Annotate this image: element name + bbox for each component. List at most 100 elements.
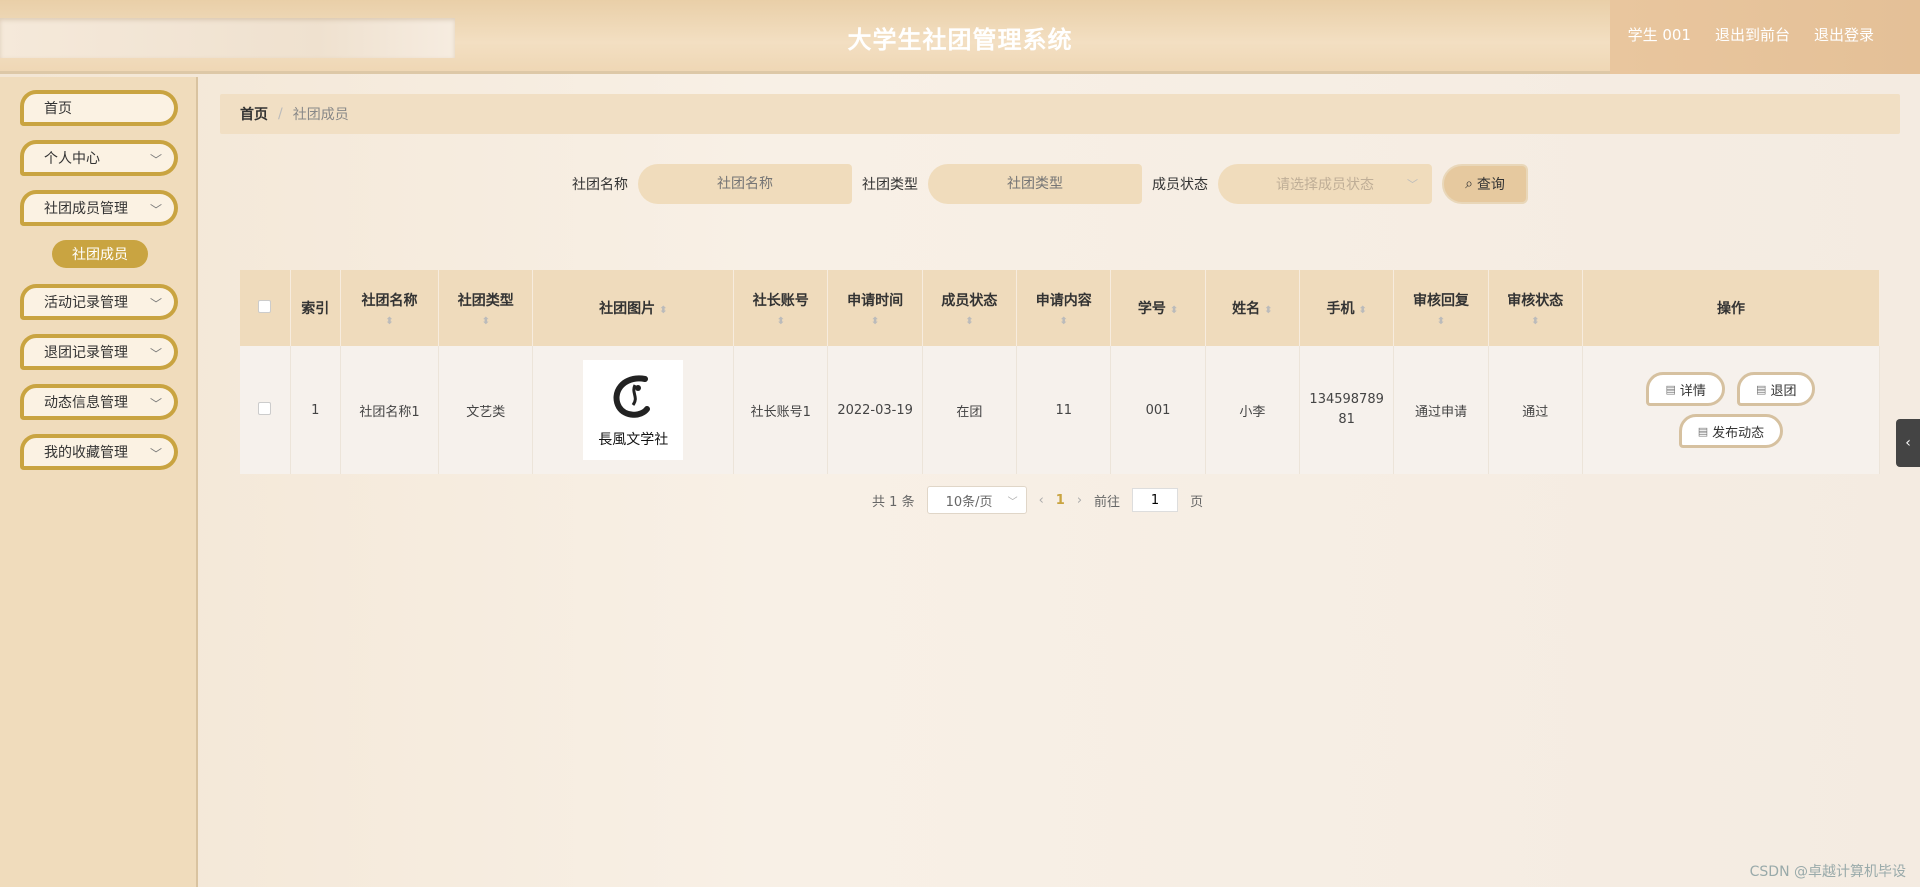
- col-label: 审核回复: [1412, 292, 1469, 309]
- breadcrumb-separator: /: [278, 106, 283, 122]
- logout-link[interactable]: 退出登录: [1814, 24, 1874, 45]
- cell-club-type: 文艺类: [438, 346, 534, 474]
- cell-index: 1: [290, 346, 341, 474]
- col-club-image[interactable]: 社团图片 ⬍: [532, 270, 735, 346]
- chevron-down-icon: ﹀: [1007, 496, 1018, 508]
- quit-club-button[interactable]: ▤ 退团: [1737, 372, 1816, 406]
- sort-icon[interactable]: ⬍: [1264, 305, 1272, 316]
- next-page-icon[interactable]: ›: [1077, 493, 1082, 508]
- col-label: 社团名称: [361, 292, 418, 309]
- publish-button-label: 发布动态: [1712, 425, 1765, 441]
- chevron-down-icon: ﹀: [149, 447, 162, 461]
- pagination: 共 1 条 10条/页 ﹀ ‹ 1 › 前往 页: [872, 486, 1203, 514]
- chevron-down-icon: ﹀: [1407, 178, 1418, 191]
- document-icon: ▤: [1697, 424, 1709, 438]
- search-icon: ⌕: [1465, 176, 1473, 192]
- back-to-front-link[interactable]: 退出到前台: [1715, 24, 1790, 45]
- table-header-row: 索引 社团名称 ⬍ 社团类型 ⬍ 社团图片 ⬍ 社长账号 ⬍ 申请时间 ⬍ 成员状态 ⬍ 申…: [240, 270, 1881, 346]
- club-type-input[interactable]: [928, 164, 1142, 204]
- search-bar: 社团名称 社团类型 成员状态 请选择成员状态 ﹀ ⌕ 查询: [572, 163, 1528, 205]
- pagination-total: 共 1 条: [872, 491, 915, 510]
- club-name-input[interactable]: [638, 164, 852, 204]
- goto-suffix: 页: [1190, 494, 1204, 510]
- sidebar-item-favorites[interactable]: 我的收藏管理 ﹀: [20, 434, 178, 470]
- cell-review-status: 通过: [1488, 346, 1583, 474]
- col-label: 学号: [1137, 301, 1166, 317]
- club-logo-mark: [613, 375, 651, 418]
- col-label: 社团图片: [599, 301, 656, 317]
- detail-button[interactable]: ▤ 详情: [1646, 372, 1725, 406]
- row-checkbox[interactable]: [258, 401, 272, 415]
- col-leader-account[interactable]: 社长账号 ⬍: [733, 270, 829, 346]
- breadcrumb: 首页 / 社团成员: [220, 94, 1900, 134]
- member-status-select[interactable]: 请选择成员状态 ﹀: [1218, 164, 1432, 204]
- col-student-no[interactable]: 学号 ⬍: [1110, 270, 1206, 346]
- cell-name: 小李: [1205, 346, 1301, 474]
- col-label: 审核状态: [1507, 292, 1564, 309]
- document-icon: ▤: [1756, 382, 1767, 396]
- col-label: 申请内容: [1035, 292, 1092, 309]
- sort-icon[interactable]: ⬍: [1398, 316, 1483, 327]
- sidebar-item-personal-center[interactable]: 个人中心 ﹀: [20, 140, 178, 176]
- sidebar-subitem-members[interactable]: 社团成员: [52, 240, 148, 268]
- breadcrumb-home[interactable]: 首页: [240, 104, 268, 124]
- col-review-status[interactable]: 审核状态 ⬍: [1488, 270, 1583, 346]
- total-prefix: 共: [872, 494, 886, 510]
- top-header: 大学生社团管理系统 学生 001 退出到前台 退出登录: [0, 0, 1920, 74]
- sidebar-item-label: 退团记录管理: [44, 345, 128, 361]
- col-club-name[interactable]: 社团名称 ⬍: [340, 270, 440, 346]
- sidebar-item-member-management[interactable]: 社团成员管理 ﹀: [20, 190, 178, 226]
- sort-icon[interactable]: ⬍: [927, 316, 1012, 327]
- col-apply-time[interactable]: 申请时间 ⬍: [827, 270, 923, 346]
- side-collapse-tab[interactable]: ‹: [1896, 419, 1920, 467]
- chevron-down-icon: ﹀: [149, 203, 162, 217]
- col-member-status[interactable]: 成员状态 ⬍: [922, 270, 1018, 346]
- sidebar-item-label: 活动记录管理: [44, 295, 128, 311]
- row-select-cell: [240, 346, 291, 474]
- goto-prefix: 前往: [1094, 494, 1121, 510]
- sort-icon[interactable]: ⬍: [443, 316, 528, 327]
- cell-club-name: 社团名称1: [340, 346, 440, 474]
- col-label: 社长账号: [752, 292, 809, 309]
- col-name[interactable]: 姓名 ⬍: [1205, 270, 1301, 346]
- page-size-select[interactable]: 10条/页 ﹀: [926, 486, 1027, 514]
- page-size-value: 10条/页: [945, 494, 993, 510]
- publish-news-button[interactable]: ▤ 发布动态: [1678, 414, 1784, 448]
- sort-icon[interactable]: ⬍: [1170, 305, 1178, 316]
- chevron-down-icon: ﹀: [149, 297, 162, 311]
- sort-icon[interactable]: ⬍: [1493, 316, 1578, 327]
- sort-icon[interactable]: ⬍: [832, 316, 917, 327]
- col-club-type[interactable]: 社团类型 ⬍: [438, 270, 534, 346]
- sidebar-item-news-management[interactable]: 动态信息管理 ﹀: [20, 384, 178, 420]
- sidebar-item-home[interactable]: 首页: [20, 90, 178, 126]
- chevron-down-icon: ﹀: [149, 397, 162, 411]
- chevron-down-icon: ﹀: [149, 153, 162, 167]
- cell-review-reply: 通过申请: [1393, 346, 1489, 474]
- prev-page-icon[interactable]: ‹: [1039, 493, 1044, 508]
- cell-student-no: 001: [1110, 346, 1206, 474]
- col-apply-content[interactable]: 申请内容 ⬍: [1016, 270, 1112, 346]
- sort-icon[interactable]: ⬍: [1021, 316, 1106, 327]
- goto-page-input[interactable]: [1132, 488, 1179, 512]
- sort-icon[interactable]: ⬍: [1358, 305, 1366, 316]
- cell-phone: 13459878981: [1299, 346, 1395, 474]
- detail-button-label: 详情: [1679, 383, 1706, 399]
- col-phone[interactable]: 手机 ⬍: [1299, 270, 1395, 346]
- sidebar-item-quit-records[interactable]: 退团记录管理 ﹀: [20, 334, 178, 370]
- sidebar-item-activity-records[interactable]: 活动记录管理 ﹀: [20, 284, 178, 320]
- breadcrumb-current: 社团成员: [292, 107, 349, 123]
- col-review-reply[interactable]: 审核回复 ⬍: [1393, 270, 1489, 346]
- sidebar-item-label: 首页: [44, 101, 72, 117]
- select-all-checkbox[interactable]: [258, 299, 272, 313]
- member-status-placeholder: 请选择成员状态: [1276, 177, 1374, 193]
- cell-actions: ▤ 详情 ▤ 退团 ▤ 发布动态: [1582, 346, 1881, 474]
- col-label: 姓名: [1232, 301, 1261, 317]
- sort-icon[interactable]: ⬍: [659, 305, 667, 316]
- cell-apply-content: 11: [1016, 346, 1112, 474]
- query-button[interactable]: ⌕ 查询: [1442, 164, 1528, 204]
- chevron-down-icon: ﹀: [149, 347, 162, 361]
- sort-icon[interactable]: ⬍: [738, 316, 823, 327]
- document-icon: ▤: [1665, 382, 1676, 396]
- sort-icon[interactable]: ⬍: [345, 316, 434, 327]
- page-number[interactable]: 1: [1056, 493, 1065, 508]
